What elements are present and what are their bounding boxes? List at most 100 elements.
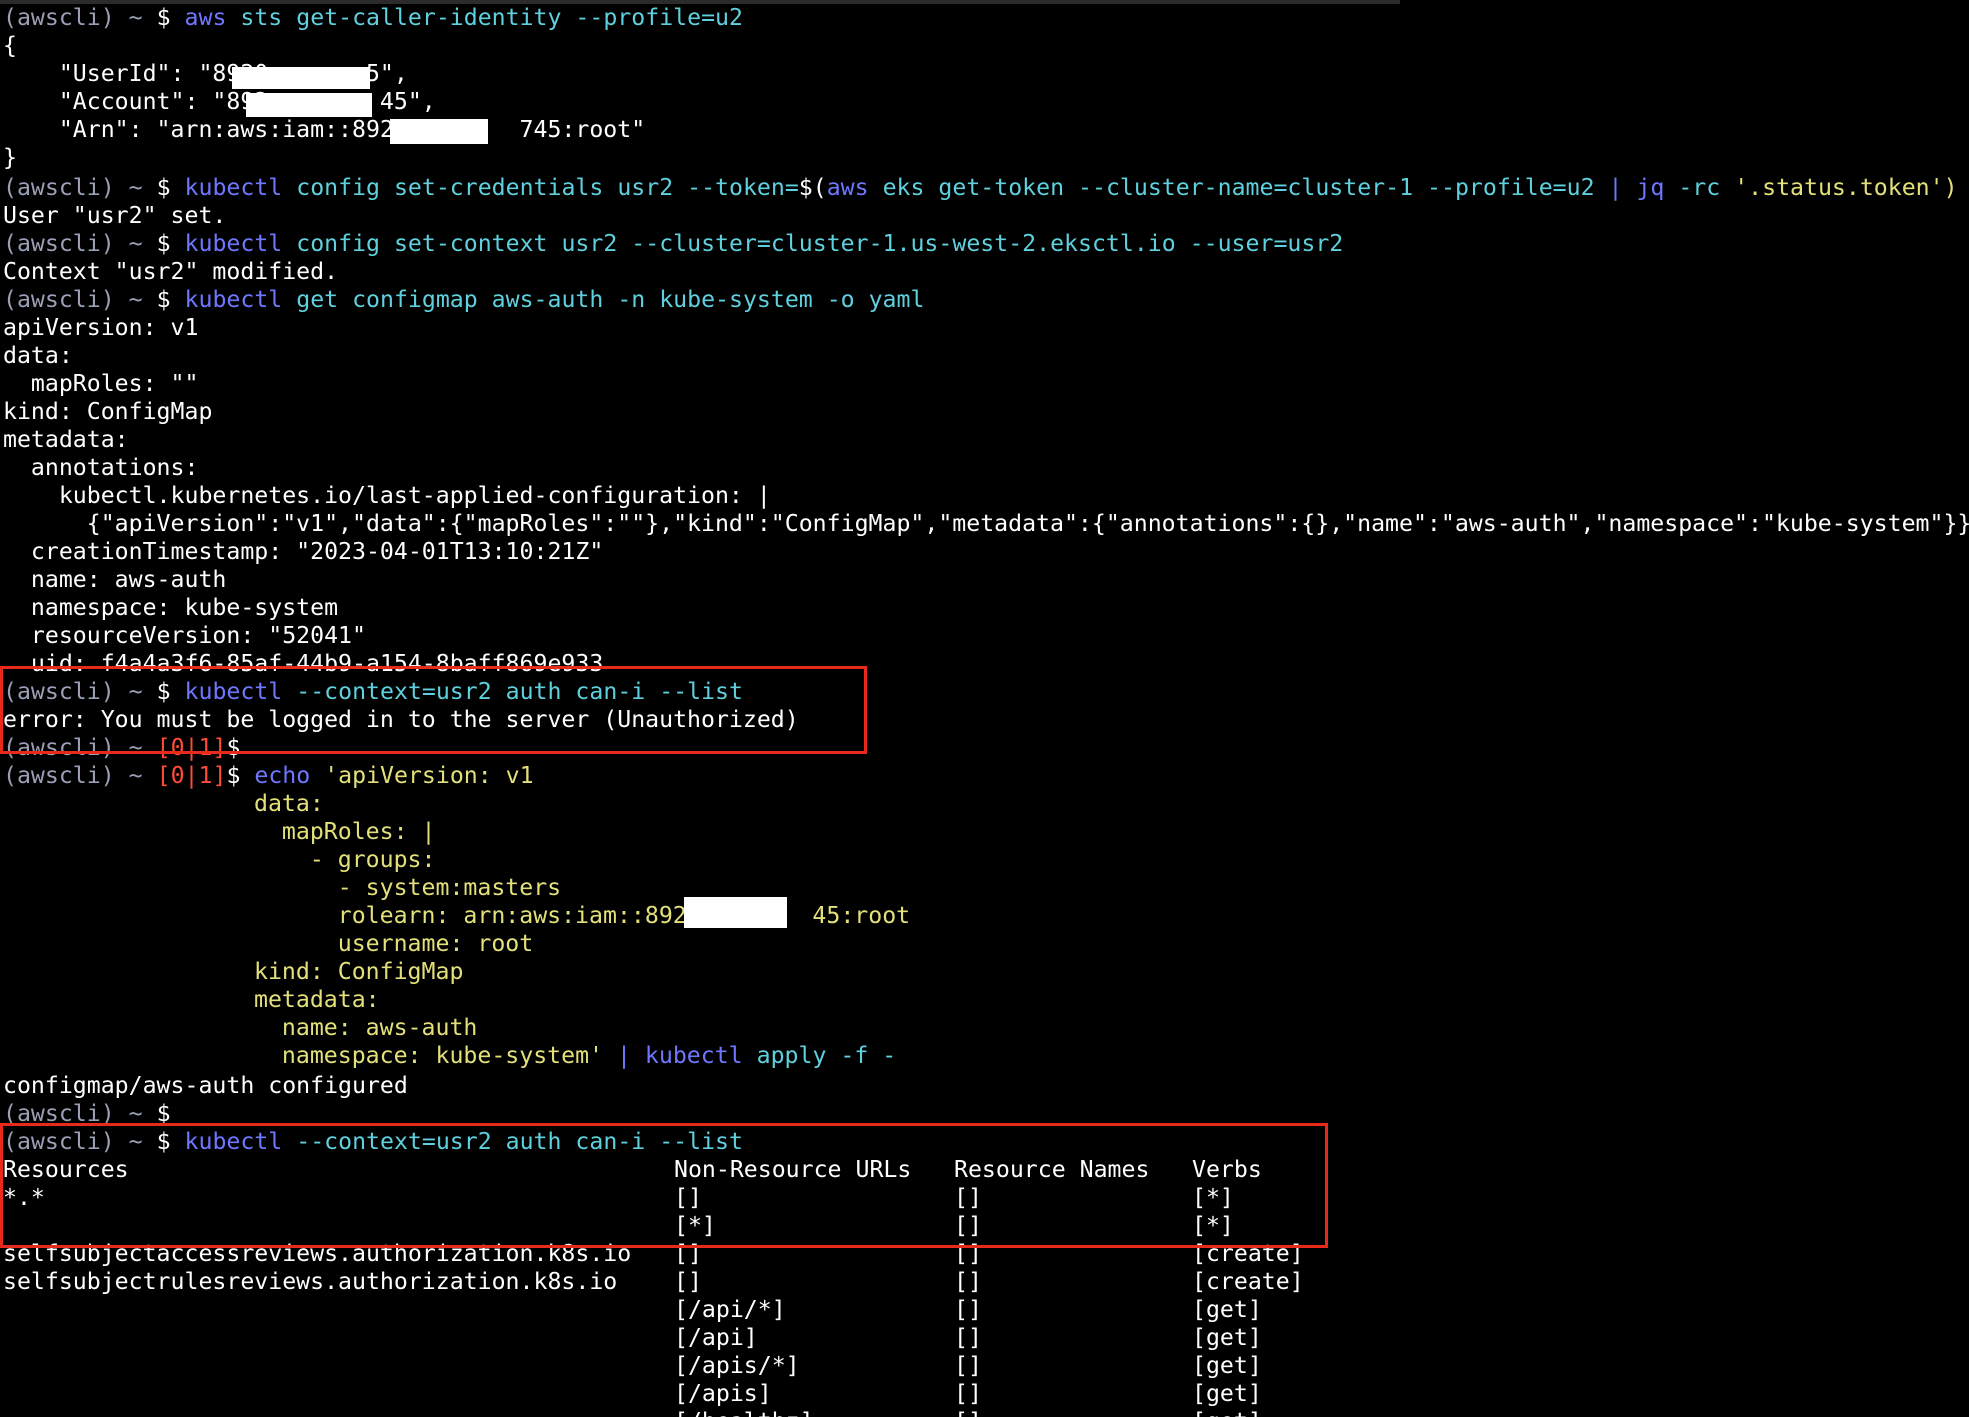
inner-args: eks get-token --cluster-name=cluster-1 -… [882,174,1595,201]
prompt-tilde: ~ [128,230,143,257]
redaction-arn [390,119,488,144]
cell-verbs: [get] [1192,1408,1262,1417]
prompt-line-sts: (awscli) ~ $ aws sts get-caller-identity… [3,4,743,32]
prompt-dollar: $ [156,230,171,257]
highlight-box-authorized [0,1123,1328,1248]
heredoc-line: - groups: [254,846,436,873]
prompt-dollar: $ [156,286,171,313]
yaml-line: creationTimestamp: "2023-04-01T13:10:21Z… [3,538,604,565]
inner-tool: aws [826,174,869,201]
output-line: } [3,144,17,171]
command-tool: kubectl [184,230,283,257]
prompt-env: (awscli) [3,174,115,201]
heredoc-line: data: [254,790,324,817]
cell-non-resource-url: [/apis/*] [674,1352,800,1379]
cell-non-resource-url: [] [674,1268,702,1295]
yaml-line: kubectl.kubernetes.io/last-applied-confi… [3,482,771,509]
command-args: sts get-caller-identity --profile=u2 [240,4,743,31]
subshell-open: $( [798,174,827,201]
prompt-tilde: ~ [128,762,143,789]
heredoc-line: metadata: [254,986,380,1013]
cell-non-resource-url: [/apis] [674,1380,772,1407]
terminal-window[interactable]: (awscli) ~ $ aws sts get-caller-identity… [0,0,1969,1417]
heredoc-line: kind: ConfigMap [254,958,464,985]
redaction-userid [232,67,370,89]
output-line: User "usr2" set. [3,202,227,229]
cell-resource-names: [] [954,1296,982,1323]
cell-non-resource-url: [/healthz] [674,1408,814,1417]
heredoc-line: username: root [254,930,534,957]
prompt-env: (awscli) [3,762,115,789]
heredoc-final-line: namespace: kube-system' | kubectl apply … [254,1042,896,1070]
heredoc-line: mapRoles: | [254,818,436,845]
pipe-symbol: | [1608,174,1623,201]
prompt-line-echo-apply: (awscli) ~ [0|1]$ echo 'apiVersion: v1 [3,762,534,790]
prompt-env: (awscli) [3,230,115,257]
yaml-line: kind: ConfigMap [3,398,213,425]
cell-verbs: [create] [1192,1268,1304,1295]
apply-args: apply -f - [756,1042,897,1069]
prompt-tilde: ~ [128,174,143,201]
prompt-dollar: $ [226,762,241,789]
heredoc-line: - system:masters [254,874,562,901]
jq-tool: jq [1636,174,1665,201]
prompt-tilde: ~ [128,286,143,313]
command-tool: kubectl [184,286,283,313]
jq-args: -rc [1678,174,1721,201]
heredoc-line: name: aws-auth [254,1014,478,1041]
prompt-tilde: ~ [128,4,143,31]
heredoc-line: 'apiVersion: v1 [324,762,534,789]
redaction-rolearn [684,897,787,928]
cell-verbs: [get] [1192,1296,1262,1323]
prompt-dollar: $ [156,4,171,31]
prompt-env: (awscli) [3,4,115,31]
highlight-box-unauthorized [0,666,867,754]
command-args: config set-context usr2 --cluster=cluste… [296,230,1344,257]
cell-resource-names: [] [954,1324,982,1351]
yaml-line: resourceVersion: "52041" [3,622,366,649]
prompt-line-set-context: (awscli) ~ $ kubectl config set-context … [3,230,1343,258]
cell-resource: selfsubjectrulesreviews.authorization.k8… [3,1268,618,1295]
output-line-arn: "Arn": "arn:aws:iam::892 745:root" [3,116,646,143]
output-line: configmap/aws-auth configured [3,1072,408,1099]
command-tool: aws [184,4,227,31]
cell-resource-names: [] [954,1380,982,1407]
redaction-account [246,93,372,117]
output-line: Context "usr2" modified. [3,258,339,285]
yaml-line: annotations: [3,454,199,481]
yaml-line: metadata: [3,426,129,453]
exit-bracket-open: [ [156,762,171,789]
yaml-line: namespace: kube-system [3,594,339,621]
exit-bracket-close: ] [212,762,227,789]
cell-verbs: [get] [1192,1352,1262,1379]
prompt-dollar: $ [156,174,171,201]
jq-filter: '.status.token') [1734,174,1958,201]
pipe-symbol: | [616,1042,631,1069]
prompt-line-get-configmap: (awscli) ~ $ kubectl get configmap aws-a… [3,286,924,314]
cell-non-resource-url: [/api] [674,1324,758,1351]
yaml-line: name: aws-auth [3,566,227,593]
yaml-line: data: [3,342,73,369]
command-tool: echo [254,762,311,789]
exit-code-one: 1 [198,762,213,789]
yaml-line: apiVersion: v1 [3,314,199,341]
command-args: config set-credentials usr2 --token= [296,174,799,201]
prompt-env: (awscli) [3,286,115,313]
cell-resource-names: [] [954,1352,982,1379]
yaml-line: mapRoles: "" [3,370,199,397]
apply-tool: kubectl [644,1042,743,1069]
heredoc-line: namespace: kube-system' [254,1042,604,1069]
prompt-line-set-credentials: (awscli) ~ $ kubectl config set-credenti… [3,174,1958,202]
cell-resource-names: [] [954,1408,982,1417]
command-tool: kubectl [184,174,283,201]
cell-non-resource-url: [/api/*] [674,1296,786,1323]
exit-code-zero: 0 [170,762,185,789]
exit-separator: | [184,762,199,789]
command-args: get configmap aws-auth -n kube-system -o… [296,286,925,313]
yaml-line-last-applied: {"apiVersion":"v1","data":{"mapRoles":""… [3,510,1969,537]
output-line: { [3,32,17,59]
cell-verbs: [get] [1192,1380,1262,1407]
cell-resource-names: [] [954,1268,982,1295]
heredoc-line-rolearn: rolearn: arn:aws:iam::892 45:root [254,902,911,929]
cell-verbs: [get] [1192,1324,1262,1351]
